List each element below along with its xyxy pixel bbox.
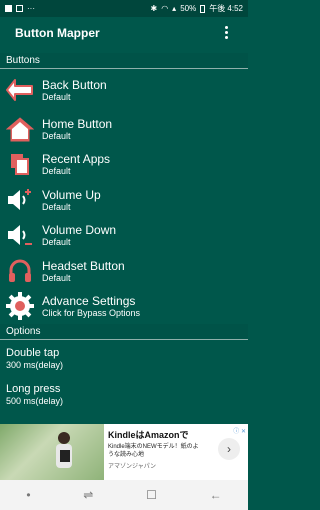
row-title: Back Button [42, 77, 107, 92]
nav-dot-icon[interactable]: • [26, 488, 30, 502]
row-title: Home Button [42, 116, 113, 131]
volume-down-row[interactable]: Volume Down Default [0, 217, 248, 253]
row-title: Volume Up [42, 187, 101, 202]
row-title: Volume Down [42, 222, 117, 237]
option-title: Long press [6, 383, 61, 395]
home-nav-icon[interactable]: ☐ [146, 488, 157, 502]
clock: 午後 4:52 [209, 4, 243, 13]
app-title: Button Mapper [15, 25, 100, 40]
signal-icon: ▴ [172, 4, 177, 13]
volume-down-icon [6, 221, 34, 249]
overflow-menu-icon[interactable] [219, 23, 233, 43]
back-arrow-icon [6, 76, 34, 104]
ad-open-arrow-icon[interactable]: › [218, 438, 240, 460]
ad-body: Kindle端末のNEWモデル！紙のような読み心地 [108, 444, 199, 458]
row-title: Recent Apps [42, 151, 111, 166]
app-bar: Button Mapper [0, 17, 248, 48]
advance-settings-row[interactable]: Advance Settings Click for Bypass Option… [0, 288, 248, 324]
row-subtitle: Default [42, 201, 71, 212]
section-header-options: Options [0, 324, 248, 340]
recents-nav-icon[interactable]: ⇌ [83, 488, 93, 502]
recent-apps-icon [6, 150, 34, 178]
row-subtitle: Default [42, 236, 71, 247]
row-title: Headset Button [42, 258, 125, 273]
long-press-option[interactable]: Long press 500 ms(delay) [6, 382, 246, 407]
home-button-row[interactable]: Home Button Default [0, 111, 248, 147]
wifi-icon: ◠ [161, 4, 169, 13]
back-button-row[interactable]: Back Button Default [0, 72, 248, 108]
row-subtitle: Default [42, 91, 71, 102]
status-bar: ··· ✱ ◠ ▴ 50% 午後 4:52 [0, 0, 248, 17]
headset-icon [6, 257, 34, 285]
ad-image [0, 424, 104, 480]
bluetooth-icon: ✱ [150, 4, 158, 13]
row-subtitle: Default [42, 165, 71, 176]
section-header-buttons: Buttons [0, 53, 248, 69]
recent-apps-row[interactable]: Recent Apps Default [0, 146, 248, 182]
row-subtitle: Default [42, 272, 71, 283]
volume-up-icon [6, 186, 34, 214]
row-title: Advance Settings [42, 293, 136, 308]
headset-button-row[interactable]: Headset Button Default [0, 253, 248, 289]
ad-banner[interactable]: KindleはAmazonで Kindle端末のNEWモデル！紙のような読み心地… [0, 424, 248, 480]
option-subtitle: 500 ms(delay) [6, 396, 64, 406]
system-nav-bar: • ⇌ ☐ ← [0, 480, 248, 510]
row-subtitle: Default [42, 130, 71, 141]
home-icon [6, 115, 34, 143]
gear-icon [6, 292, 34, 320]
option-title: Double tap [6, 347, 60, 359]
volume-up-row[interactable]: Volume Up Default [0, 182, 248, 218]
battery-icon [200, 4, 206, 13]
option-subtitle: 300 ms(delay) [6, 360, 64, 370]
notification-icon [16, 5, 23, 12]
ad-info-icon[interactable]: ⓘ ✕ [233, 426, 246, 435]
row-subtitle: Click for Bypass Options [42, 307, 141, 318]
double-tap-option[interactable]: Double tap 300 ms(delay) [6, 346, 246, 371]
back-nav-icon[interactable]: ← [210, 488, 222, 502]
notification-icon [5, 5, 12, 12]
ad-sponsor: アマゾンジャパン [108, 464, 157, 470]
more-notifications-icon: ··· [27, 4, 35, 13]
battery-text: 50% [180, 4, 197, 13]
